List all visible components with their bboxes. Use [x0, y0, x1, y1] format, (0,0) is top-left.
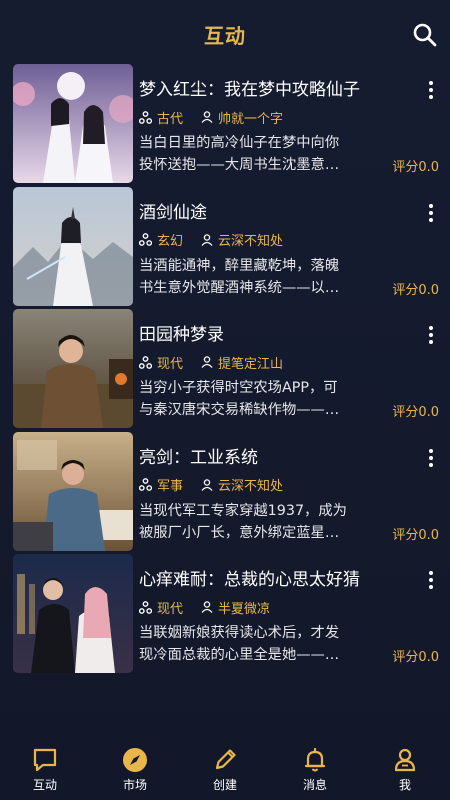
category-icon: [139, 478, 152, 491]
category-icon: [139, 110, 152, 124]
more-options-button[interactable]: [426, 570, 436, 590]
book-rating: 评分0.0: [392, 282, 439, 298]
book-author: 帅就一个字: [218, 111, 284, 127]
nav-item-market[interactable]: 市场: [90, 740, 180, 796]
more-options-button[interactable]: [426, 448, 436, 468]
book-description: 当穷小子获得时空农场APP，可 与秦汉唐宋交易稀缺作物——…: [139, 380, 340, 418]
book-title: 亮剑：工业系统: [139, 447, 258, 468]
book-description: 当联姻新娘获得读心术后，才发 现冷面总裁的心里全是她——…: [139, 625, 340, 663]
book-genre: 现代: [157, 601, 184, 617]
book-card[interactable]: 田园种梦录 现代 提笔定江山 当穷小子获得时空农场APP，可 与秦汉唐宋交易稀缺…: [0, 309, 450, 432]
book-cover: [13, 309, 133, 428]
category-icon: [139, 600, 152, 614]
book-genre: 军事: [157, 479, 184, 494]
book-card[interactable]: 梦入红尘：我在梦中攻略仙子 古代 帅就一个字 当白日里的高冷仙子在梦中向你 投怀…: [0, 64, 450, 187]
book-card[interactable]: 酒剑仙途 玄幻 云深不知处 当酒能通神，醉里藏乾坤，落魄 书生意外觉醒酒神系统—…: [0, 186, 450, 310]
nav-label: 创建: [212, 778, 237, 792]
book-title: 田园种梦录: [139, 325, 224, 345]
book-cover: [13, 64, 133, 183]
book-title: 梦入红尘：我在梦中攻略仙子: [139, 80, 360, 100]
nav-label: 消息: [302, 778, 327, 792]
pencil-icon: [215, 749, 236, 770]
book-meta: 古代 帅就一个字: [139, 108, 284, 127]
book-list: 梦入红尘：我在梦中攻略仙子 古代 帅就一个字 当白日里的高冷仙子在梦中向你 投怀…: [0, 64, 450, 677]
book-author: 云深不知处: [218, 234, 284, 249]
more-vertical-icon: [429, 81, 433, 99]
nav-item-create[interactable]: 创建: [180, 740, 270, 796]
book-title: 心痒难耐：总裁的心思太好猜: [139, 570, 360, 590]
more-vertical-icon: [429, 326, 433, 344]
book-description: 当白日里的高冷仙子在梦中向你 投怀送抱——大周书生沈墨意…: [139, 135, 340, 173]
nav-item-interact[interactable]: 互动: [0, 740, 90, 796]
category-icon: [139, 355, 152, 369]
page-title: 互动: [204, 24, 246, 48]
book-meta: 玄幻 云深不知处: [139, 231, 283, 249]
book-genre: 古代: [157, 111, 184, 127]
search-icon: [413, 23, 437, 47]
book-author: 半夏微凉: [218, 601, 271, 617]
book-genre: 现代: [157, 356, 184, 372]
nav-label: 我: [398, 778, 411, 792]
compass-icon: [123, 748, 147, 772]
more-vertical-icon: [429, 448, 433, 467]
book-rating: 评分0.0: [392, 160, 439, 175]
category-icon: [139, 233, 152, 246]
book-rating: 评分0.0: [392, 527, 439, 543]
more-options-button[interactable]: [426, 203, 436, 223]
more-vertical-icon: [429, 571, 433, 589]
bell-icon: [304, 747, 326, 772]
book-card[interactable]: 心痒难耐：总裁的心思太好猜 现代 半夏微凉 当联姻新娘获得读心术后，才发 现冷面…: [0, 554, 450, 677]
nav-label: 互动: [32, 778, 57, 792]
nav-item-messages[interactable]: 消息: [270, 740, 360, 796]
book-meta: 军事 云深不知处: [139, 476, 283, 494]
book-cover: [13, 554, 133, 673]
bottom-navigation: 互动 市场 创建 消息 我: [0, 740, 450, 800]
book-rating: 评分0.0: [392, 650, 439, 665]
book-card[interactable]: 亮剑：工业系统 军事 云深不知处 当现代军工专家穿越1937，成为 被服厂小厂长…: [0, 431, 450, 555]
author-icon: [201, 601, 213, 613]
book-author: 提笔定江山: [218, 356, 284, 372]
author-icon: [201, 111, 213, 123]
person-icon: [394, 748, 416, 772]
book-meta: 现代 半夏微凉: [139, 598, 271, 617]
nav-label: 市场: [122, 778, 147, 792]
book-description: 当现代军工专家穿越1937，成为 被服厂小厂长，意外绑定蓝星…: [139, 502, 347, 541]
app-header: 互动: [0, 0, 450, 64]
author-icon: [201, 356, 213, 368]
nav-item-me[interactable]: 我: [360, 740, 450, 796]
search-button[interactable]: [412, 22, 438, 48]
book-cover: [13, 186, 133, 306]
book-author: 云深不知处: [218, 479, 284, 494]
book-description: 当酒能通神，醉里藏乾坤，落魄 书生意外觉醒酒神系统——以…: [139, 257, 340, 296]
author-icon: [201, 233, 213, 246]
book-genre: 玄幻: [157, 234, 184, 249]
more-options-button[interactable]: [426, 80, 436, 100]
book-cover: [13, 431, 133, 551]
more-vertical-icon: [429, 203, 433, 222]
more-options-button[interactable]: [426, 325, 436, 345]
author-icon: [201, 478, 213, 491]
book-rating: 评分0.0: [392, 405, 439, 420]
chat-bubble-icon: [33, 748, 57, 772]
book-title: 酒剑仙途: [139, 202, 207, 223]
book-meta: 现代 提笔定江山: [139, 353, 284, 372]
